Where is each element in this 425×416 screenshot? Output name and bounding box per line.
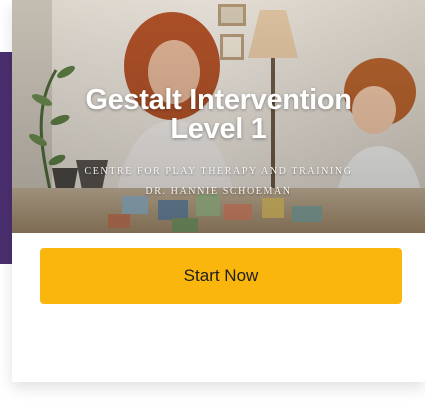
course-title-line2: Level 1 xyxy=(170,113,267,145)
course-title-line1: Gestalt Intervention xyxy=(85,84,352,116)
course-subtitle-organisation: Centre for Play Therapy and Training xyxy=(84,166,353,177)
accent-bar xyxy=(0,52,12,264)
course-card: Gestalt Intervention Level 1 Centre for … xyxy=(12,0,425,382)
course-title: Gestalt Intervention Level 1 xyxy=(12,86,425,144)
start-now-button[interactable]: Start Now xyxy=(40,248,402,304)
page: Gestalt Intervention Level 1 Centre for … xyxy=(0,0,425,416)
course-hero-image: Gestalt Intervention Level 1 Centre for … xyxy=(12,0,425,233)
course-subtitle-author: Dr. Hannie Schoeman xyxy=(145,186,292,197)
